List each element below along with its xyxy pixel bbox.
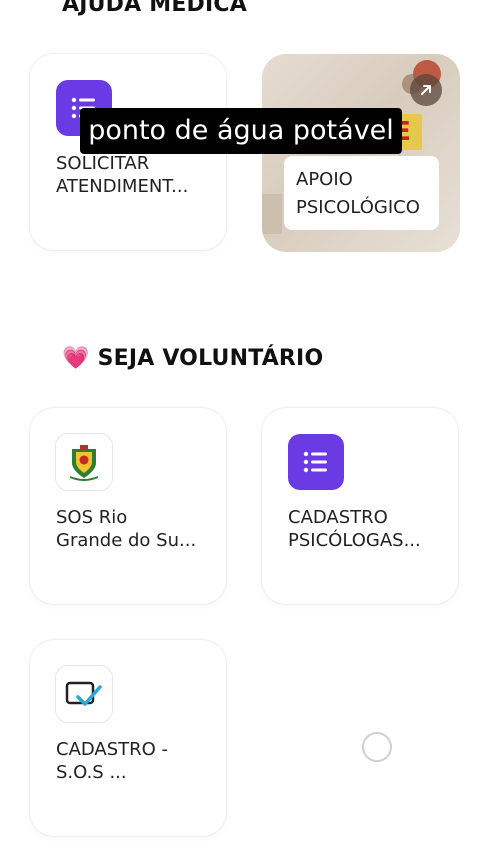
video-caption: ponto de água potável xyxy=(80,108,402,154)
heart-icon: 💗 xyxy=(62,345,90,371)
card-sos-rio-grande[interactable]: SOS Rio Grande do Su... xyxy=(30,408,226,604)
card-cadastro-psicologas[interactable]: CADASTRO PSICÓLOGAS... xyxy=(262,408,458,604)
card-label: APOIO PSICOLÓGICO xyxy=(296,169,420,218)
card-label: SOS Rio Grande do Su... xyxy=(56,507,197,551)
card-label: CADASTRO PSICÓLOGAS... xyxy=(288,507,421,551)
loading-spinner xyxy=(362,732,392,762)
section-title-volunteer: 💗 SEJA VOLUNTÁRIO xyxy=(62,346,323,371)
list-icon xyxy=(288,434,344,490)
card-label-box: APOIO PSICOLÓGICO xyxy=(284,156,439,230)
check-form-icon xyxy=(56,666,112,722)
arrow-up-right-icon[interactable] xyxy=(410,74,442,106)
card-label: CADASTRO - S.O.S ... xyxy=(56,739,169,783)
section-title-text: SEJA VOLUNTÁRIO xyxy=(97,346,324,371)
section-title-medical: AJUDA MÉDICA xyxy=(62,0,247,17)
card-cadastro-sos[interactable]: CADASTRO - S.O.S ... xyxy=(30,640,226,836)
card-label: SOLICITAR ATENDIMENT... xyxy=(56,153,189,197)
coat-of-arms-icon xyxy=(56,434,112,490)
